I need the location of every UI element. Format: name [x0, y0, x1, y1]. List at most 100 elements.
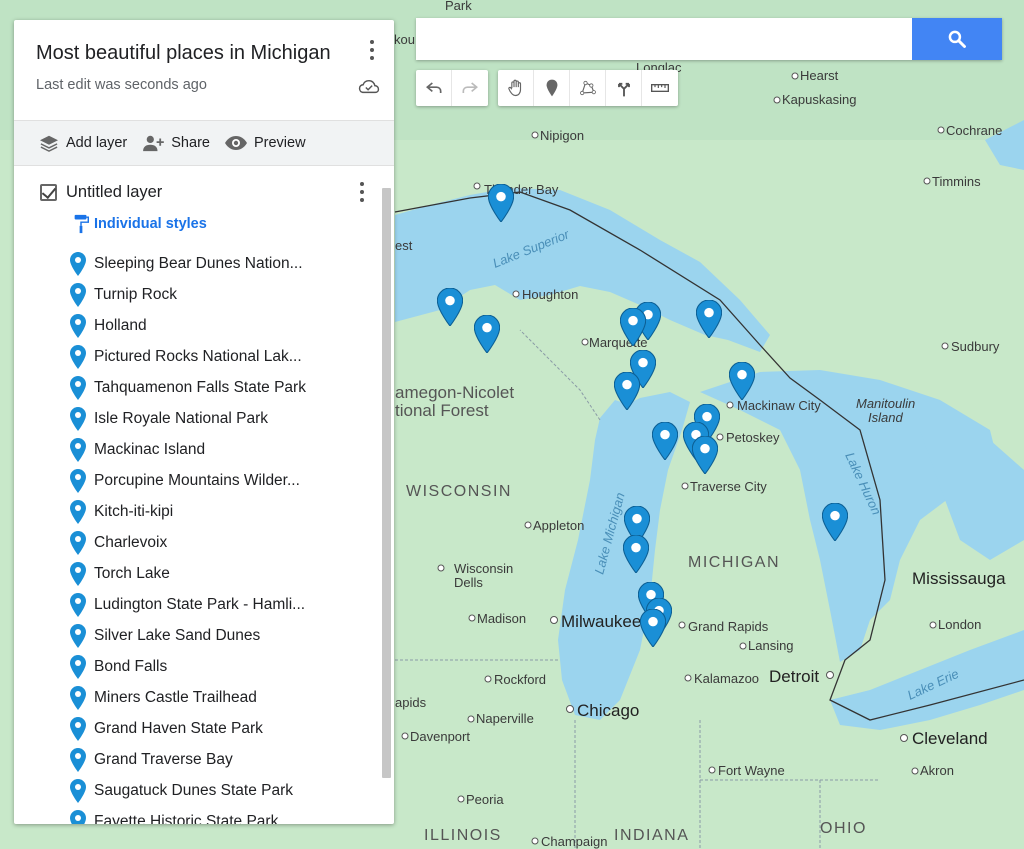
- share-label: Share: [171, 135, 210, 151]
- place-pin-icon: [70, 747, 86, 772]
- layer-section: Untitled layer Individual styles Sleepin…: [14, 166, 394, 824]
- place-name: Kitch-iti-kipi: [94, 502, 174, 520]
- layer-options-menu[interactable]: [360, 182, 366, 206]
- share-button[interactable]: Share: [141, 134, 210, 152]
- search-icon: [948, 30, 966, 48]
- place-name: Charlevoix: [94, 533, 168, 551]
- add-person-icon: [143, 135, 165, 152]
- map-title[interactable]: Most beautiful places in Michigan: [36, 42, 372, 65]
- place-name: Torch Lake: [94, 564, 170, 582]
- preview-label: Preview: [253, 135, 306, 151]
- place-pin-icon: [70, 716, 86, 741]
- place-list-item[interactable]: Mackinac Island: [70, 434, 394, 465]
- undo-button[interactable]: [416, 70, 452, 106]
- place-list-item[interactable]: Ludington State Park - Hamli...: [70, 589, 394, 620]
- redo-button[interactable]: [452, 70, 488, 106]
- place-list-item[interactable]: Charlevoix: [70, 527, 394, 558]
- label-traverse-city: Traverse City: [690, 479, 767, 494]
- place-name: Saugatuck Dunes State Park: [94, 781, 294, 799]
- directions-icon: [617, 82, 630, 97]
- label-cochrane: Cochrane: [946, 123, 1002, 138]
- label-milwaukee: Milwaukee: [561, 612, 641, 631]
- place-pin-icon: [70, 561, 86, 586]
- label-naperville: Naperville: [476, 711, 534, 726]
- place-pin-icon: [70, 623, 86, 648]
- individual-styles-link[interactable]: Individual styles: [14, 214, 394, 234]
- ruler-icon: [651, 84, 669, 92]
- label-wisconsin-dells-2: Dells: [454, 575, 483, 590]
- directions-button[interactable]: [606, 70, 642, 106]
- label-london: London: [938, 617, 981, 632]
- measure-button[interactable]: [642, 70, 678, 106]
- place-pin-icon: [70, 530, 86, 555]
- place-name: Grand Haven State Park: [94, 719, 263, 737]
- label-park: Park: [445, 0, 472, 13]
- place-pin-icon: [70, 654, 86, 679]
- place-name: Sleeping Bear Dunes Nation...: [94, 254, 303, 272]
- label-timmins: Timmins: [932, 174, 981, 189]
- label-ohio: OHIO: [820, 820, 867, 837]
- more-vert-icon: [370, 40, 374, 44]
- search-button[interactable]: [912, 18, 1002, 60]
- place-list-item[interactable]: Grand Traverse Bay: [70, 744, 394, 775]
- label-sudbury: Sudbury: [951, 339, 1000, 354]
- place-list-item[interactable]: Pictured Rocks National Lak...: [70, 341, 394, 372]
- place-name: Holland: [94, 316, 147, 334]
- add-layer-button[interactable]: Add layer: [38, 134, 127, 152]
- more-vert-icon: [360, 182, 364, 186]
- draw-line-icon: [579, 80, 596, 96]
- map-legend-panel: Most beautiful places in Michigan Last e…: [14, 20, 394, 824]
- marker-icon: [546, 79, 557, 97]
- label-detroit: Detroit: [769, 667, 819, 686]
- layer-visibility-checkbox[interactable]: [40, 183, 57, 201]
- add-marker-button[interactable]: [534, 70, 570, 106]
- label-indiana: INDIANA: [614, 827, 689, 844]
- panel-header: Most beautiful places in Michigan Last e…: [14, 20, 394, 120]
- search-input[interactable]: [416, 18, 912, 60]
- place-list-item[interactable]: Holland: [70, 310, 394, 341]
- place-list-item[interactable]: Turnip Rock: [70, 279, 394, 310]
- place-list-item[interactable]: Isle Royale National Park: [70, 403, 394, 434]
- place-name: Ludington State Park - Hamli...: [94, 595, 306, 613]
- label-chicago: Chicago: [577, 701, 639, 720]
- place-list-item[interactable]: Saugatuck Dunes State Park: [70, 775, 394, 806]
- select-hand-button[interactable]: [498, 70, 534, 106]
- label-cleveland: Cleveland: [912, 729, 988, 748]
- place-list-item[interactable]: Silver Lake Sand Dunes: [70, 620, 394, 651]
- place-name: Mackinac Island: [94, 440, 206, 458]
- search-bar: [416, 18, 1002, 60]
- place-name: Silver Lake Sand Dunes: [94, 626, 261, 644]
- label-est: est: [395, 238, 413, 253]
- place-pin-icon: [70, 778, 86, 803]
- place-pin-icon: [70, 251, 86, 276]
- tools-group: [498, 70, 678, 106]
- place-list-item[interactable]: Sleeping Bear Dunes Nation...: [70, 248, 394, 279]
- place-pin-icon: [70, 809, 86, 824]
- preview-button[interactable]: Preview: [224, 134, 306, 152]
- panel-scrollbar[interactable]: [382, 188, 391, 778]
- label-rockford: Rockford: [494, 672, 546, 687]
- draw-line-button[interactable]: [570, 70, 606, 106]
- add-layer-label: Add layer: [66, 135, 128, 151]
- place-list-item[interactable]: Miners Castle Trailhead: [70, 682, 394, 713]
- map-options-menu[interactable]: [368, 40, 376, 62]
- layer-name[interactable]: Untitled layer: [66, 183, 162, 202]
- label-mississauga: Mississauga: [912, 569, 1006, 588]
- place-name: Pictured Rocks National Lak...: [94, 347, 302, 365]
- place-name: Isle Royale National Park: [94, 409, 269, 427]
- eye-icon: [224, 136, 247, 150]
- label-grand-rapids: Grand Rapids: [688, 619, 769, 634]
- place-list-item[interactable]: Fayette Historic State Park: [70, 806, 394, 824]
- place-list-item[interactable]: Bond Falls: [70, 651, 394, 682]
- label-hearst: Hearst: [800, 68, 839, 83]
- place-pin-icon: [70, 282, 86, 307]
- place-list-item[interactable]: Torch Lake: [70, 558, 394, 589]
- label-rapids: apids: [395, 695, 427, 710]
- place-list-item[interactable]: Grand Haven State Park: [70, 713, 394, 744]
- place-list-item[interactable]: Porcupine Mountains Wilder...: [70, 465, 394, 496]
- place-list-item[interactable]: Tahquamenon Falls State Park: [70, 372, 394, 403]
- place-pin-icon: [70, 685, 86, 710]
- label-national-forest: tional Forest: [395, 401, 489, 420]
- place-pin-icon: [70, 499, 86, 524]
- place-list-item[interactable]: Kitch-iti-kipi: [70, 496, 394, 527]
